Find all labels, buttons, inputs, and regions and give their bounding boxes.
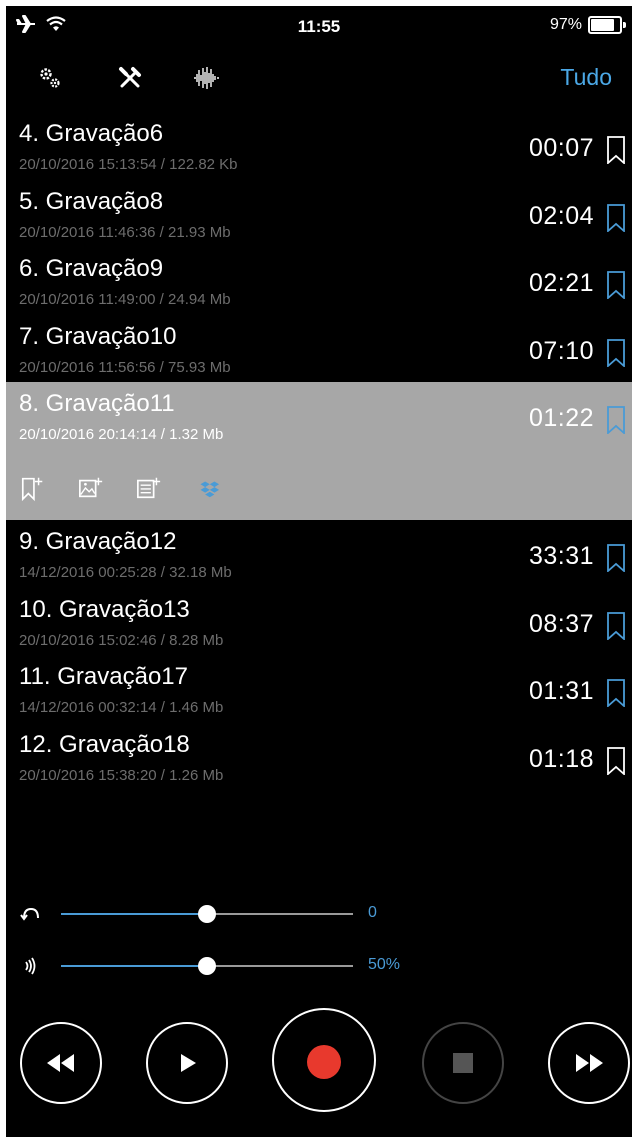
stop-button[interactable] [422,1022,504,1104]
battery-icon [588,16,626,34]
fast-forward-icon [576,1054,603,1072]
rewind-icon [47,1054,74,1072]
volume-slider-knob[interactable] [198,957,216,975]
recording-row[interactable]: 8. Gravação11 20/10/2016 20:14:14 / 1.32 … [6,382,632,520]
repeat-slider-knob[interactable] [198,905,216,923]
recording-row[interactable]: 9. Gravação12 14/12/2016 00:25:28 / 32.18… [6,520,632,588]
bookmark-icon[interactable] [606,406,626,434]
record-icon [307,1045,341,1079]
recording-title: 11. Gravação17 [19,663,188,690]
recording-duration: 02:21 [528,269,594,297]
recording-meta: 20/10/2016 15:02:46 / 8.28 Mb [19,631,224,649]
volume-slider-row: 50% [6,954,632,978]
status-bar: 11:55 97% [6,6,632,46]
recording-meta: 20/10/2016 15:13:54 / 122.82 Kb [19,156,238,173]
record-button[interactable] [272,1008,376,1112]
recording-meta: 14/12/2016 00:25:28 / 32.18 Mb [19,564,232,581]
tools-icon[interactable] [116,64,144,92]
repeat-slider-row: 0 [6,902,632,926]
bookmark-icon[interactable] [606,611,626,640]
play-button[interactable] [146,1022,228,1104]
recording-title: 12. Gravação18 [19,730,190,758]
fast-forward-button[interactable] [548,1022,630,1104]
waveform-icon[interactable] [192,64,220,92]
add-image-icon[interactable] [78,474,104,502]
recording-title: 5. Gravação8 [19,187,164,215]
repeat-icon [20,907,39,921]
recording-duration: 33:31 [528,542,594,570]
recording-duration: 07:10 [528,336,594,365]
recording-title: 8. Gravação11 [19,390,175,417]
recording-duration: 08:37 [528,609,594,638]
add-bookmark-icon[interactable] [20,474,46,502]
status-time: 11:55 [297,17,341,36]
bookmark-icon[interactable] [606,746,626,775]
recording-meta: 20/10/2016 11:56:56 / 75.93 Mb [19,358,231,376]
settings-icon[interactable] [36,64,64,92]
recording-row[interactable]: 6. Gravação9 20/10/2016 11:49:00 / 24.94 … [6,247,632,315]
recording-duration: 02:04 [528,201,594,230]
filter-all-button[interactable]: Tudo [560,64,612,91]
transport-controls [6,1004,632,1124]
recording-duration: 01:22 [528,404,594,432]
add-note-icon[interactable] [136,474,162,502]
row-actions [20,472,220,504]
recording-meta: 20/10/2016 11:49:00 / 24.94 Mb [19,291,231,308]
recording-meta: 20/10/2016 20:14:14 / 1.32 Mb [19,426,224,443]
recording-row[interactable]: 7. Gravação10 20/10/2016 11:56:56 / 75.93… [6,315,632,383]
recordings-list: 4. Gravação6 20/10/2016 15:13:54 / 122.82… [6,112,632,790]
toolbar: Tudo [6,56,632,96]
volume-value: 50% [368,956,401,973]
bookmark-icon[interactable] [606,203,626,232]
recording-title: 9. Gravação12 [19,528,177,555]
recording-duration: 01:18 [528,744,594,773]
bookmark-icon[interactable] [606,544,626,572]
recording-title: 6. Gravação9 [19,255,164,282]
bookmark-icon[interactable] [606,679,626,707]
stop-icon [453,1053,473,1073]
recording-meta: 14/12/2016 00:32:14 / 1.46 Mb [19,699,224,716]
recording-duration: 01:31 [528,677,594,705]
recording-row[interactable]: 5. Gravação8 20/10/2016 11:46:36 / 21.93 … [6,180,632,248]
recording-meta: 20/10/2016 15:38:20 / 1.26 Mb [19,766,224,784]
recording-row[interactable]: 4. Gravação6 20/10/2016 15:13:54 / 122.82… [6,112,632,180]
battery-percent: 97% [549,16,582,33]
bookmark-icon[interactable] [606,338,626,367]
repeat-value: 0 [368,904,377,921]
battery-status: 97% [549,16,626,34]
play-icon [181,1054,196,1072]
recording-title: 4. Gravação6 [19,120,164,147]
rewind-button[interactable] [20,1022,102,1104]
bookmark-icon[interactable] [606,271,626,299]
dropbox-icon[interactable] [194,474,220,502]
recording-row[interactable]: 12. Gravação18 20/10/2016 15:38:20 / 1.26… [6,723,632,791]
volume-icon [25,957,36,975]
recording-title: 7. Gravação10 [19,322,177,350]
app-screen: 11:55 97% Tudo 4. Gravação6 20/10/2016 1… [6,6,632,1137]
recording-meta: 20/10/2016 11:46:36 / 21.93 Mb [19,223,231,241]
recording-row[interactable]: 10. Gravação13 20/10/2016 15:02:46 / 8.28… [6,588,632,656]
recording-title: 10. Gravação13 [19,595,190,623]
bookmark-icon[interactable] [606,136,626,164]
recording-duration: 00:07 [528,134,594,162]
recording-row[interactable]: 11. Gravação17 14/12/2016 00:32:14 / 1.46… [6,655,632,723]
